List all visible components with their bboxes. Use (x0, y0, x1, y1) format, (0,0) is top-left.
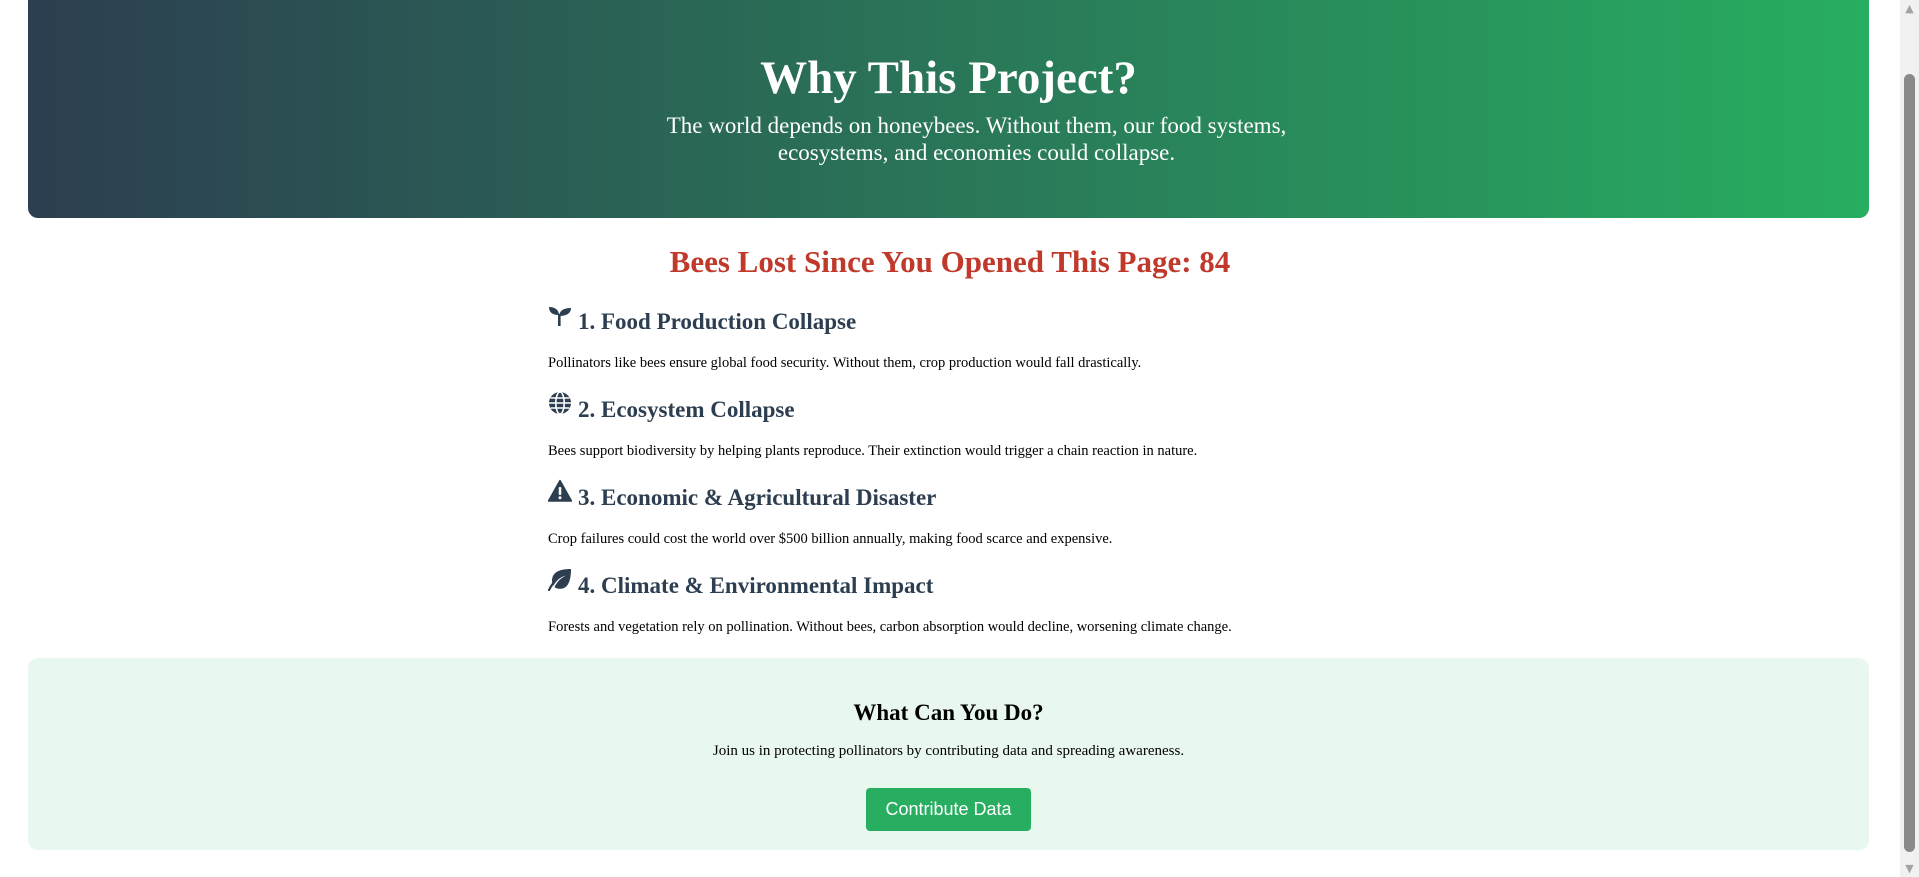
scroll-down-icon[interactable]: ▼ (1900, 860, 1919, 877)
reason-description: Pollinators like bees ensure global food… (548, 355, 1142, 371)
reasons-list: 1. Food Production Collapse Pollinators … (548, 304, 1368, 656)
reason-title: 1. Food Production Collapse (578, 309, 857, 334)
bees-lost-counter: Bees Lost Since You Opened This Page: 84 (669, 244, 1231, 279)
reason-title: 3. Economic & Agricultural Disaster (578, 485, 937, 510)
reason-title: 2. Ecosystem Collapse (578, 397, 795, 422)
reason-item-food: 1. Food Production Collapse Pollinators … (548, 304, 1368, 392)
hero-title: Why This Project? (760, 52, 1137, 104)
reason-item-climate: 4. Climate & Environmental Impact Forest… (548, 568, 1368, 656)
reason-description: Crop failures could cost the world over … (548, 531, 1113, 547)
reason-title: 4. Climate & Environmental Impact (578, 573, 934, 598)
reason-heading: 4. Climate & Environmental Impact (548, 568, 1368, 604)
call-to-action-section: What Can You Do? Join us in protecting p… (28, 658, 1869, 850)
reason-description: Forests and vegetation rely on pollinati… (548, 619, 1232, 635)
scroll-up-icon[interactable]: ▲ (1900, 0, 1919, 17)
reason-heading: 2. Ecosystem Collapse (548, 391, 1368, 428)
reason-heading: 1. Food Production Collapse (548, 304, 1368, 340)
reason-item-ecosystem: 2. Ecosystem Collapse Bees support biodi… (548, 391, 1368, 480)
cta-description: Join us in protecting pollinators by con… (712, 743, 1185, 759)
hero-subtitle: The world depends on honeybees. Without … (666, 113, 1287, 165)
page: Why This Project? The world depends on h… (0, 0, 1919, 877)
page-content: Why This Project? The world depends on h… (0, 0, 1900, 877)
vertical-scrollbar[interactable]: ▲ ▼ (1900, 0, 1919, 877)
cta-title: What Can You Do? (853, 700, 1044, 725)
contribute-data-button[interactable]: Contribute Data (866, 788, 1031, 831)
hero-banner: Why This Project? The world depends on h… (28, 0, 1869, 218)
reason-item-economic: 3. Economic & Agricultural Disaster Crop… (548, 479, 1368, 568)
scrollbar-thumb[interactable] (1904, 74, 1915, 852)
seedling-icon (548, 303, 572, 329)
leaf-icon (548, 567, 572, 593)
reason-heading: 3. Economic & Agricultural Disaster (548, 479, 1368, 516)
globe-icon (548, 391, 572, 417)
warning-icon (548, 479, 572, 505)
reason-description: Bees support biodiversity by helping pla… (548, 443, 1198, 459)
